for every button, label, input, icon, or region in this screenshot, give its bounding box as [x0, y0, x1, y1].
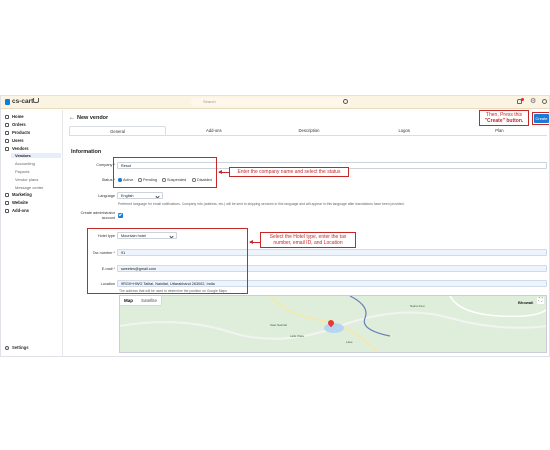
tab-general[interactable]: General [69, 126, 167, 135]
sidebar: Home Orders Products Users Vendors Vendo… [1, 110, 63, 356]
orders-icon [5, 122, 9, 127]
search-input[interactable]: Search [191, 98, 351, 106]
annotation-hotel: Select the Hotel type, enter the tax num… [260, 232, 356, 248]
sidebar-item-vendors[interactable]: Vendors [5, 146, 29, 151]
fullscreen-icon[interactable]: ⛶ [537, 297, 544, 304]
sidebar-item-label: Products [12, 130, 31, 135]
app-window: cs-cart Search ⚙ Home Orders Products Us… [0, 95, 550, 357]
tab-addons[interactable]: Add-ons [166, 126, 261, 135]
create-admin-checkbox[interactable] [118, 213, 123, 218]
sidebar-item-label: Settings [12, 345, 29, 350]
location-map[interactable]: Map Satellite ⛶ Bhowali Saat Nainital La… [119, 295, 547, 353]
notification-badge [521, 98, 524, 101]
page-title: New vendor [77, 115, 109, 121]
addons-icon [5, 208, 9, 213]
map-label: Saat Nainital [270, 323, 288, 327]
annotation-box-hotel [87, 228, 248, 294]
home-icon [5, 114, 9, 119]
user-icon[interactable] [542, 99, 547, 104]
settings-icon [5, 345, 9, 350]
tab-bar: General Add-ons Description Logos Plan [69, 126, 547, 136]
storefront-icon[interactable] [33, 98, 39, 103]
back-button[interactable]: ← [69, 115, 75, 121]
section-heading: Information [71, 149, 102, 155]
language-label: Language [98, 194, 115, 198]
sidebar-subitem-message-center[interactable]: Message center [15, 185, 43, 190]
admin-account-label: Create administrator [80, 211, 115, 215]
map-label: Lake [346, 340, 353, 344]
sidebar-subitem-vendor-plans[interactable]: Vendor plans [15, 177, 38, 182]
annotation-create: Then, Press this "Create" button. [479, 110, 529, 126]
annotation-create-line2: "Create" button. [484, 118, 524, 124]
tab-description[interactable]: Description [261, 126, 356, 135]
annotation-company: Enter the company name and select the st… [229, 167, 349, 177]
sidebar-item-addons[interactable]: Add-ons [5, 208, 29, 213]
annotation-box-company [113, 157, 217, 188]
sidebar-item-label: Marketing [12, 192, 32, 197]
annotation-arrow [218, 170, 229, 174]
language-help: Preferred language for email notificatio… [118, 202, 405, 206]
sidebar-subitem-vendors[interactable]: Vendors [11, 153, 61, 158]
satellite-tab[interactable]: Satellite [137, 296, 161, 305]
brand-logo[interactable]: cs-cart [5, 98, 33, 105]
sidebar-item-settings[interactable]: Settings [5, 345, 29, 350]
vendors-icon [5, 146, 9, 151]
annotation-box-create [532, 112, 549, 125]
sidebar-item-products[interactable]: Products [5, 130, 30, 135]
sidebar-item-users[interactable]: Users [5, 138, 24, 143]
tab-plan[interactable]: Plan [452, 126, 547, 135]
sidebar-item-label: Users [12, 138, 24, 143]
map-label: Bhowali [518, 300, 534, 305]
sidebar-item-label: Add-ons [12, 208, 29, 213]
sidebar-item-label: Orders [12, 122, 26, 127]
map-type-tabs: Map Satellite [120, 296, 162, 305]
sidebar-item-label: Website [12, 200, 28, 205]
tab-logos[interactable]: Logos [357, 126, 452, 135]
search-icon[interactable] [343, 99, 348, 104]
sidebar-item-label: Home [12, 114, 24, 119]
language-select[interactable]: English [117, 192, 163, 199]
map-label: Naina Devi [410, 304, 425, 308]
products-icon [5, 130, 9, 135]
marketing-icon [5, 192, 9, 197]
sidebar-item-home[interactable]: Home [5, 114, 24, 119]
map-tab[interactable]: Map [120, 296, 137, 305]
annotation-arrow [249, 240, 260, 244]
sidebar-subitem-accounting[interactable]: Accounting [15, 161, 35, 166]
help-icon[interactable]: ⚙ [530, 98, 536, 106]
sidebar-item-label: Vendors [12, 146, 29, 151]
brand-name: cs-cart [12, 98, 34, 105]
admin-account-label-2: account [101, 216, 115, 220]
sidebar-item-website[interactable]: Website [5, 200, 28, 205]
website-icon [5, 200, 9, 205]
map-label: Lalla Wala [290, 334, 304, 338]
sidebar-subitem-payouts[interactable]: Payouts [15, 169, 29, 174]
users-icon [5, 138, 9, 143]
sidebar-item-orders[interactable]: Orders [5, 122, 26, 127]
logo-mark [5, 98, 10, 105]
top-bar: cs-cart Search ⚙ [1, 96, 549, 109]
sidebar-item-marketing[interactable]: Marketing [5, 192, 32, 197]
